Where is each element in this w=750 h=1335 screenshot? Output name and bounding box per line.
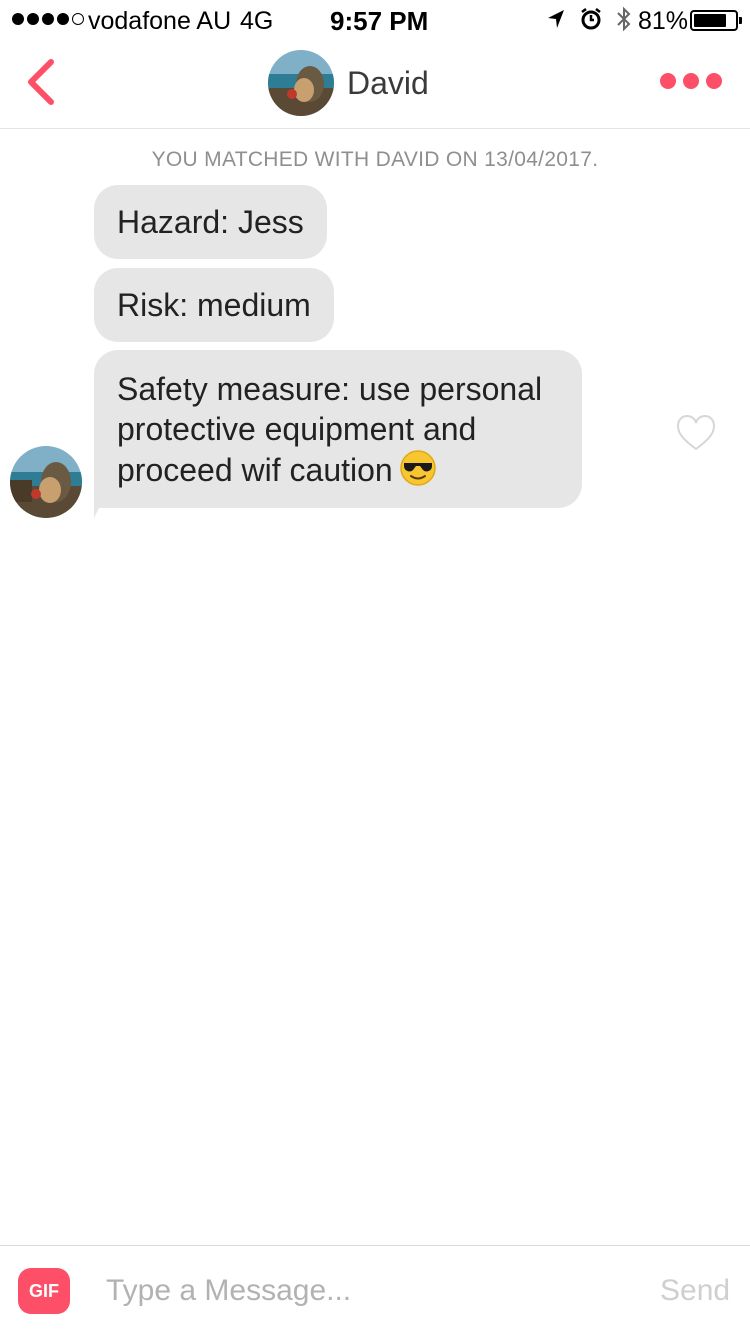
bluetooth-icon xyxy=(616,6,632,39)
battery-percent: 81% xyxy=(638,7,689,35)
message-text-line: Safety measure: use personal xyxy=(117,371,543,407)
message-text-line: proceed wif caution xyxy=(117,452,393,488)
message-input[interactable] xyxy=(106,1266,626,1316)
match-notice: YOU MATCHED WITH DAVID ON 13/04/2017. xyxy=(151,148,599,171)
network-type: 4G xyxy=(240,7,274,35)
battery-icon xyxy=(690,10,738,31)
location-arrow-icon xyxy=(546,8,566,37)
match-profile-link[interactable]: David xyxy=(268,50,429,116)
gif-button-label: GIF xyxy=(29,1280,59,1301)
message-bubble-tail xyxy=(94,486,110,518)
chevron-left-icon xyxy=(23,57,57,112)
message-bubble[interactable]: Risk: medium xyxy=(94,268,334,342)
message-composer: GIF Send xyxy=(0,1245,750,1335)
more-dots-icon xyxy=(660,73,676,89)
carrier-name: vodafone AU xyxy=(88,7,232,35)
avatar[interactable] xyxy=(10,446,82,518)
avatar[interactable] xyxy=(268,50,334,116)
chat-header: David xyxy=(0,40,750,129)
status-bar: vodafone AU 4G 9:57 PM 81% xyxy=(0,0,750,40)
message-text-line: protective equipment and xyxy=(117,411,477,447)
back-button[interactable] xyxy=(10,52,70,116)
status-time: 9:57 PM xyxy=(330,6,429,36)
gif-button[interactable]: GIF xyxy=(18,1268,70,1314)
page-title: David xyxy=(347,64,429,101)
message-bubble[interactable]: Hazard: Jess xyxy=(94,185,327,259)
message-bubble[interactable]: Safety measure: use personal protective … xyxy=(94,350,582,508)
signal-strength-icon xyxy=(12,13,84,25)
send-button[interactable]: Send xyxy=(660,1274,730,1308)
alarm-clock-icon xyxy=(580,7,602,38)
message-text: Hazard: Jess xyxy=(117,204,304,240)
sunglasses-face-emoji xyxy=(399,449,437,496)
message-text: Risk: medium xyxy=(117,287,311,323)
like-message-button[interactable] xyxy=(676,414,716,452)
heart-outline-icon xyxy=(676,414,716,456)
more-options-button[interactable] xyxy=(660,66,722,96)
